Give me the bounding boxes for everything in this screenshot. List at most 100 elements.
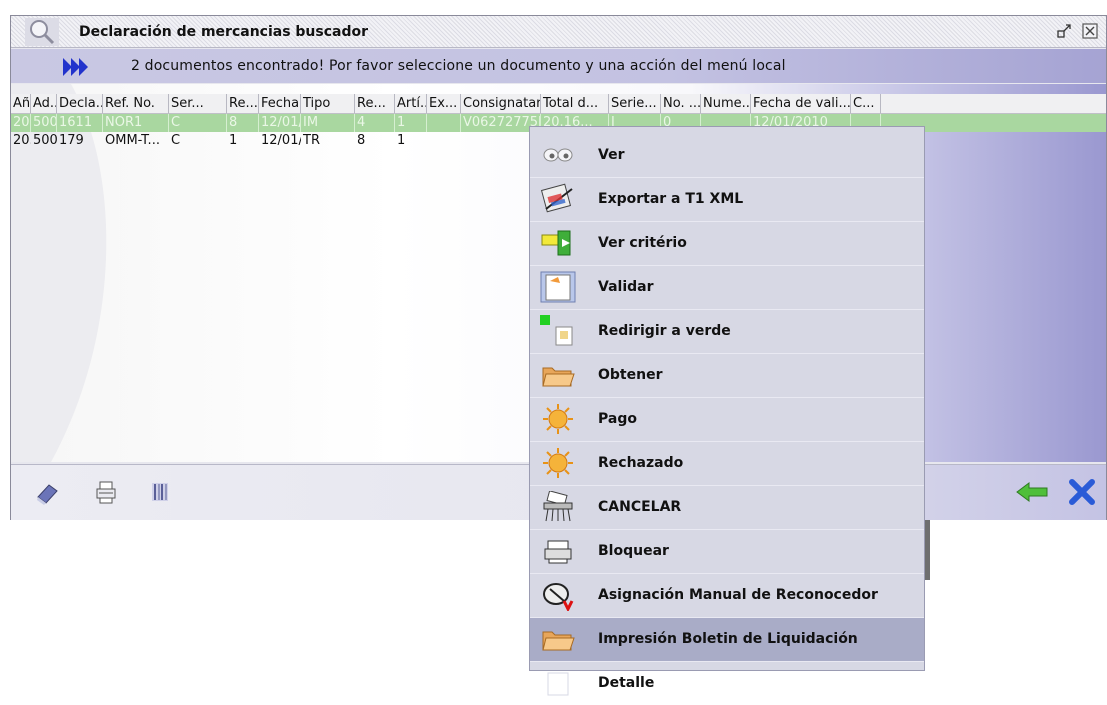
column-header[interactable]: Re...	[355, 94, 395, 113]
table-cell: 20...	[13, 133, 31, 148]
table-cell: 4	[355, 114, 395, 132]
menu-separator	[530, 485, 924, 486]
column-header[interactable]: C...	[851, 94, 881, 113]
menu-item-impresion-boletin-de-liquidacion[interactable]: Impresión Boletin de Liquidación	[530, 617, 924, 661]
table-cell: 1	[229, 133, 238, 148]
menu-item-label: Validar	[598, 279, 654, 295]
column-header[interactable]: Ref. No.	[103, 94, 169, 113]
column-header[interactable]: Tipo	[301, 94, 355, 113]
menu-separator	[530, 177, 924, 178]
column-header[interactable]: Ser...	[169, 94, 227, 113]
menu-separator	[530, 353, 924, 354]
close-x-icon[interactable]	[1067, 479, 1097, 505]
menu-item-ver-criterio[interactable]: Ver critério	[530, 221, 924, 265]
menu-item-label: Impresión Boletin de Liquidación	[598, 631, 858, 647]
column-header[interactable]: Nume...	[701, 94, 751, 113]
table-cell: 5001	[33, 114, 57, 132]
menu-separator	[530, 265, 924, 266]
column-header[interactable]: Re...	[227, 94, 259, 113]
menu-separator	[530, 529, 924, 530]
shredder-icon	[540, 490, 576, 523]
menu-separator	[530, 221, 924, 222]
menu-item-label: Ver	[598, 147, 625, 163]
menu-item-label: Detalle	[598, 675, 655, 691]
sun-icon	[540, 447, 576, 479]
edit-book-icon[interactable]	[35, 479, 61, 505]
menu-item-obtener[interactable]: Obtener	[530, 353, 924, 397]
redirect-green-icon	[540, 315, 576, 347]
table-cell: 12/01/2...	[259, 114, 301, 132]
menu-item-pago[interactable]: Pago	[530, 397, 924, 441]
detail-icon	[540, 667, 576, 699]
column-header[interactable]: Ex...	[427, 94, 461, 113]
menu-item-label: Ver critério	[598, 235, 687, 251]
menu-separator	[530, 441, 924, 442]
menu-separator	[530, 661, 924, 662]
menu-item-validar[interactable]: Validar	[530, 265, 924, 309]
table-cell: 179	[59, 133, 84, 148]
table-cell: 8	[357, 133, 366, 148]
menu-item-label: Pago	[598, 411, 637, 427]
table-cell: 1	[395, 114, 427, 132]
menu-item-redirigir-a-verde[interactable]: Redirigir a verde	[530, 309, 924, 353]
status-message: 2 documentos encontrado! Por favor selec…	[131, 58, 786, 74]
search-magnifier-icon	[25, 18, 59, 46]
sun-icon	[540, 403, 576, 435]
table-cell: C	[171, 133, 181, 148]
satellite-dish-icon	[540, 579, 576, 613]
column-header[interactable]: Serie...	[609, 94, 661, 113]
column-header[interactable]: Ad...	[31, 94, 57, 113]
column-header[interactable]: Decla...	[57, 94, 103, 113]
menu-item-label: Asignación Manual de Reconocedor	[598, 587, 878, 603]
menu-item-label: Bloquear	[598, 543, 669, 559]
menu-item-cancelar[interactable]: CANCELAR	[530, 485, 924, 529]
menu-separator	[530, 573, 924, 574]
validate-document-icon	[540, 271, 576, 303]
menu-item-asignacion-manual-de-reconocedor[interactable]: Asignación Manual de Reconocedor	[530, 573, 924, 617]
menu-item-exportar-a-t1-xml[interactable]: Exportar a T1 XML	[530, 177, 924, 221]
fast-forward-icon	[63, 58, 88, 76]
menu-item-label: Rechazado	[598, 455, 684, 471]
printer-icon	[540, 535, 576, 567]
table-cell: 8	[227, 114, 259, 132]
column-header[interactable]: Fecha de vali...	[751, 94, 851, 113]
table-cell: 1	[397, 133, 406, 148]
column-header[interactable]: No. ...	[661, 94, 701, 113]
menu-item-label: Obtener	[598, 367, 663, 383]
back-arrow-icon[interactable]	[1015, 479, 1049, 505]
table-cell: 12/01/2...	[261, 133, 301, 148]
menu-item-bloquear[interactable]: Bloquear	[530, 529, 924, 573]
table-cell: IM	[301, 114, 355, 132]
column-header[interactable]: Consignatario	[461, 94, 541, 113]
context-menu: Ver Exportar a T1 XML Ver critério Validar R…	[529, 126, 925, 696]
barcode-icon[interactable]	[147, 479, 173, 505]
table-header: AñoAd...Decla...Ref. No.Ser...Re...Fecha…	[11, 94, 1106, 114]
export-document-icon	[540, 183, 576, 215]
table-cell	[427, 132, 461, 150]
column-header[interactable]: Año	[11, 94, 31, 113]
title-bar: Declaración de mercancias buscador	[11, 16, 1106, 48]
menu-separator	[530, 309, 924, 310]
eyes-icon	[540, 139, 576, 171]
menu-item-label: Exportar a T1 XML	[598, 191, 744, 207]
table-cell: 5002	[33, 133, 57, 148]
table-cell: 1611	[57, 114, 103, 132]
column-header[interactable]: Artí...	[395, 94, 427, 113]
column-header[interactable]: Fecha reg.	[259, 94, 301, 113]
menu-item-label: Redirigir a verde	[598, 323, 731, 339]
menu-item-rechazado[interactable]: Rechazado	[530, 441, 924, 485]
table-cell: NOR1	[103, 114, 169, 132]
menu-item-label: CANCELAR	[598, 499, 682, 515]
table-cell: TR	[303, 133, 320, 148]
menu-separator	[530, 617, 924, 618]
printer-icon[interactable]	[93, 479, 119, 505]
restore-window-icon[interactable]	[1056, 23, 1072, 39]
menu-item-ver[interactable]: Ver	[530, 133, 924, 177]
criteria-arrow-icon	[540, 227, 576, 259]
column-header[interactable]: Total d...	[541, 94, 609, 113]
folder-icon	[540, 623, 576, 655]
close-window-icon[interactable]	[1082, 23, 1098, 39]
table-cell: 20...	[13, 114, 31, 132]
window-title: Declaración de mercancias buscador	[79, 24, 369, 40]
table-cell: C	[169, 114, 227, 132]
